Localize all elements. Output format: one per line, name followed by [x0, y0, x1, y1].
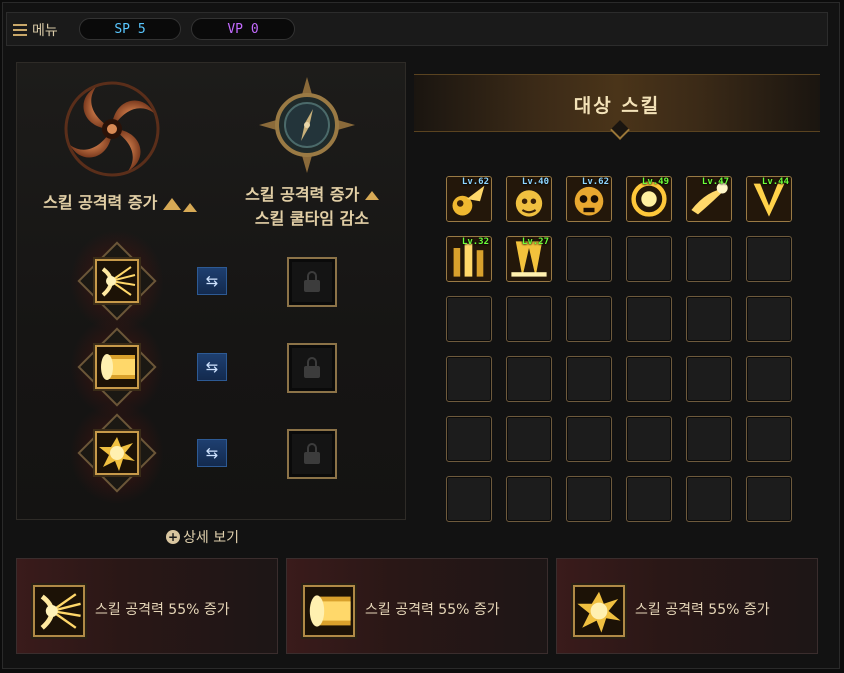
up-arrow-small-icon [182, 203, 197, 212]
empty-skill-slot [446, 356, 492, 402]
target-skill-slot[interactable]: Lv.62 [446, 176, 492, 222]
empty-skill-slot [686, 356, 732, 402]
target-skill-slot[interactable]: Lv.27 [506, 236, 552, 282]
target-skill-slot[interactable]: Lv.32 [446, 236, 492, 282]
empty-skill-slot [746, 416, 792, 462]
target-skill-slot[interactable]: Lv.49 [626, 176, 672, 222]
lock-icon [304, 357, 320, 378]
enhancement-row: ⇆ [17, 403, 407, 503]
up-arrow-icon [162, 197, 181, 210]
vp-counter: VP 0 [191, 18, 295, 40]
empty-skill-slot [686, 416, 732, 462]
swap-button[interactable]: ⇆ [197, 267, 227, 295]
enhancement-row: ⇆ [17, 317, 407, 417]
explosion-skill-icon [95, 431, 139, 475]
effect-text: 스킬 공격력 55% 증가 [95, 602, 230, 618]
active-skill-slot[interactable] [71, 403, 163, 503]
skill-level-badge: Lv.40 [521, 177, 549, 187]
lock-icon [304, 443, 320, 464]
empty-skill-slot [566, 296, 612, 342]
up-arrow-icon [364, 191, 379, 200]
swap-arrows-icon: ⇆ [205, 272, 219, 290]
empty-skill-slot [506, 296, 552, 342]
skill-level-badge: Lv.62 [581, 177, 609, 187]
locked-slot [287, 429, 337, 479]
explosion-skill-icon [573, 585, 625, 637]
detail-view-link[interactable]: + 상세 보기 [166, 527, 239, 547]
menu-button[interactable]: 메뉴 [13, 19, 58, 41]
target-skill-slot[interactable]: Lv.44 [746, 176, 792, 222]
target-skill-slot[interactable]: Lv.40 [506, 176, 552, 222]
lock-icon [304, 271, 320, 292]
enhancement-row: ⇆ [17, 231, 407, 331]
emblem-left-label: 스킬 공격력 증가 [25, 191, 215, 215]
empty-skill-slot [626, 236, 672, 282]
skill-level-badge: Lv.47 [701, 177, 729, 187]
swap-arrows-icon: ⇆ [205, 444, 219, 462]
swap-button[interactable]: ⇆ [197, 353, 227, 381]
effect-card: 스킬 공격력 55% 증가 [16, 558, 278, 654]
enhancement-panel: 스킬 공격력 증가 스킬 공격력 증가 스킬 쿨타임 감소 ⇆ ⇆ ⇆ [16, 62, 406, 520]
active-skill-slot[interactable] [71, 231, 163, 331]
sp-counter: SP 5 [79, 18, 181, 40]
empty-skill-slot [686, 296, 732, 342]
top-bar: 메뉴 SP 5 VP 0 [6, 12, 828, 46]
skill-level-badge: Lv.27 [521, 237, 549, 247]
swap-button[interactable]: ⇆ [197, 439, 227, 467]
empty-skill-slot [686, 476, 732, 522]
effect-card: 스킬 공격력 55% 증가 [556, 558, 818, 654]
empty-skill-slot [446, 476, 492, 522]
empty-skill-slot [746, 236, 792, 282]
target-skill-slot[interactable]: Lv.62 [566, 176, 612, 222]
empty-skill-slot [746, 296, 792, 342]
empty-skill-slot [626, 296, 672, 342]
empty-skill-slot [506, 416, 552, 462]
locked-slot [287, 257, 337, 307]
empty-skill-slot [746, 356, 792, 402]
empty-skill-slot [566, 416, 612, 462]
empty-skill-slot [626, 356, 672, 402]
empty-skill-slot [686, 236, 732, 282]
effect-text: 스킬 공격력 55% 증가 [365, 602, 500, 618]
menu-label: 메뉴 [32, 23, 58, 39]
empty-skill-slot [446, 296, 492, 342]
target-skill-slot[interactable]: Lv.47 [686, 176, 732, 222]
light-beam-skill-icon [95, 345, 139, 389]
empty-skill-slot [506, 476, 552, 522]
radiant-burst-skill-icon [95, 259, 139, 303]
light-beam-skill-icon [303, 585, 355, 637]
detail-view-label: 상세 보기 [183, 530, 239, 546]
empty-skill-slot [506, 356, 552, 402]
radiant-burst-skill-icon [33, 585, 85, 637]
target-skills-title: 대상 스킬 [573, 95, 661, 117]
magnifier-plus-icon: + [166, 530, 180, 544]
empty-skill-slot [626, 416, 672, 462]
empty-skill-slot [626, 476, 672, 522]
empty-skill-slot [566, 476, 612, 522]
compass-emblem-icon [257, 75, 357, 175]
skill-level-badge: Lv.44 [761, 177, 789, 187]
skill-level-badge: Lv.32 [461, 237, 489, 247]
hamburger-icon [13, 24, 27, 36]
empty-skill-slot [746, 476, 792, 522]
empty-skill-slot [566, 356, 612, 402]
skill-level-badge: Lv.62 [461, 177, 489, 187]
effect-text: 스킬 공격력 55% 증가 [635, 602, 770, 618]
emblem-right-label: 스킬 공격력 증가 스킬 쿨타임 감소 [227, 183, 397, 231]
locked-slot [287, 343, 337, 393]
active-skill-slot[interactable] [71, 317, 163, 417]
target-skills-header: 대상 스킬 [414, 74, 820, 140]
skill-level-badge: Lv.49 [641, 177, 669, 187]
swap-arrows-icon: ⇆ [205, 358, 219, 376]
swirl-emblem-icon [62, 79, 162, 179]
effect-card: 스킬 공격력 55% 증가 [286, 558, 548, 654]
empty-skill-slot [566, 236, 612, 282]
empty-skill-slot [446, 416, 492, 462]
